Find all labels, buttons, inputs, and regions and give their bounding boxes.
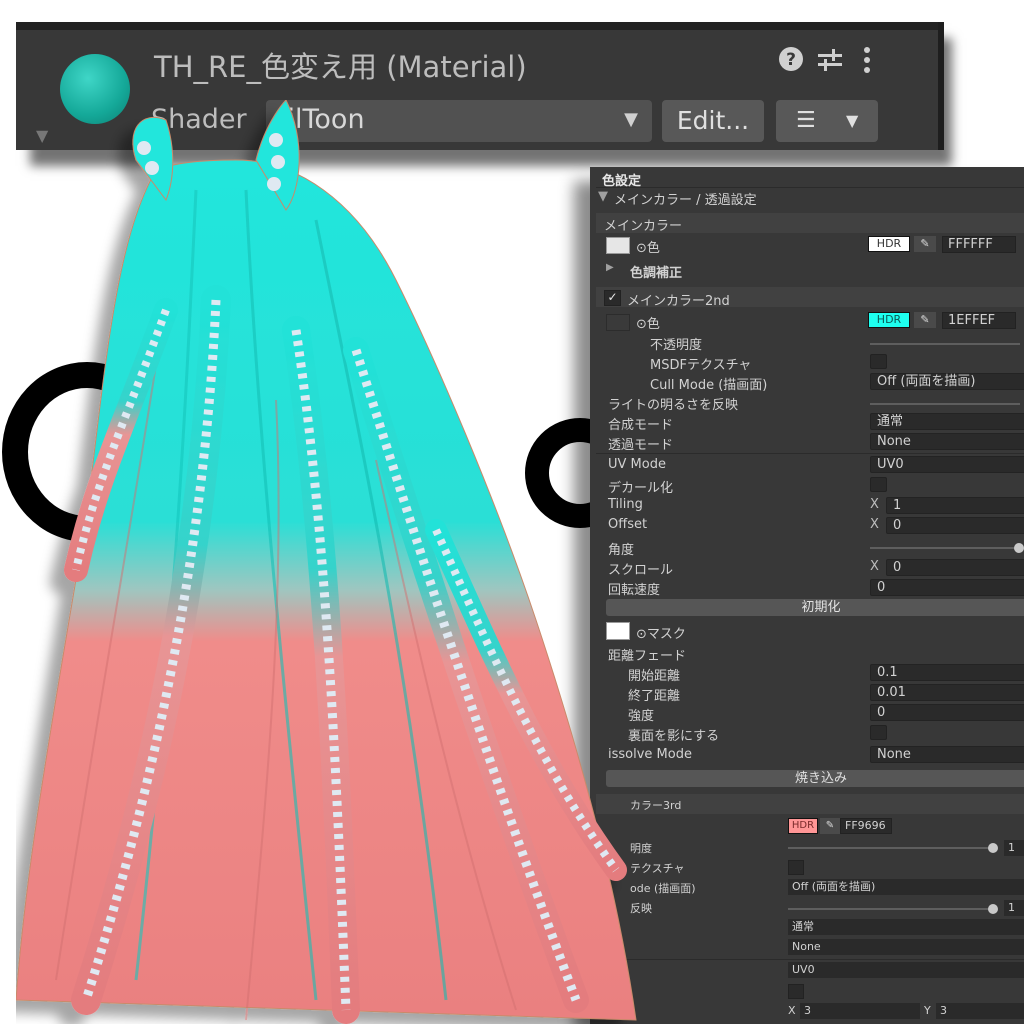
scroll-x-axis-label: X: [870, 559, 879, 574]
character-body: [16, 100, 637, 1024]
header-edge: [938, 22, 944, 150]
rotation-speed-field[interactable]: 0: [870, 579, 1024, 596]
edit-shader-button[interactable]: Edit...: [662, 100, 764, 142]
inspector-panel: 色設定 ▼ メインカラー / 透過設定 メインカラー ⊙色 HDR ✎ FFFF…: [590, 167, 1024, 1024]
eyedropper-icon[interactable]: ✎: [914, 312, 936, 328]
main3-decal-checkbox[interactable]: [788, 984, 804, 999]
material-title: TH_RE_色変え用 (Material): [154, 50, 527, 84]
list-icon: ☰: [796, 108, 816, 133]
eyedropper-icon[interactable]: ✎: [914, 236, 936, 252]
backface-shadow-checkbox[interactable]: [870, 725, 887, 740]
opacity-label: 不透明度: [650, 338, 703, 353]
kebab-menu-icon[interactable]: [862, 46, 872, 81]
start-distance-field[interactable]: 0.1: [870, 664, 1024, 681]
main3-tiling-x-axis-label: X: [788, 1004, 796, 1017]
alpha-mode-dropdown[interactable]: None: [870, 433, 1024, 450]
strength-field[interactable]: 0: [870, 704, 1024, 721]
opacity-slider[interactable]: [870, 343, 1020, 345]
main3-light-slider[interactable]: [788, 908, 994, 910]
main3-light-knob[interactable]: [988, 904, 998, 914]
uv-mode-dropdown[interactable]: UV0: [870, 456, 1024, 473]
main2-hex[interactable]: 1EFFEF: [942, 312, 1016, 329]
header-top-strip: [16, 22, 938, 30]
main3-msdf-checkbox[interactable]: [788, 860, 804, 875]
main3-alpha-dropdown[interactable]: None: [788, 939, 1024, 955]
dissolve-mode-dropdown[interactable]: None: [870, 746, 1024, 763]
tiling-x-axis-label: X: [870, 497, 879, 512]
light-slider[interactable]: [870, 403, 1020, 405]
main3-tiling-y-field[interactable]: 3: [936, 1003, 1024, 1019]
shader-list-button[interactable]: ☰ ▼: [776, 100, 878, 142]
main3-tiling-x-field[interactable]: 3: [800, 1003, 920, 1019]
offset-x-field[interactable]: 0: [886, 517, 1024, 534]
main2-color-swatch[interactable]: HDR: [868, 312, 910, 328]
end-distance-field[interactable]: 0.01: [870, 684, 1024, 701]
sliders-icon[interactable]: [816, 48, 844, 79]
main3-light-value[interactable]: 1: [1004, 900, 1024, 916]
main3-opacity-value[interactable]: 1: [1004, 840, 1024, 856]
chevron-down-icon: ▼: [846, 111, 859, 130]
main3-color-swatch[interactable]: HDR: [788, 818, 818, 834]
main3-cull-dropdown[interactable]: Off (両面を描画): [788, 879, 1024, 895]
main3-uv-dropdown[interactable]: UV0: [788, 962, 1024, 978]
decal-checkbox[interactable]: [870, 477, 887, 492]
cull-mode-label: Cull Mode (描画面): [650, 378, 768, 393]
scroll-x-field[interactable]: 0: [886, 559, 1024, 576]
offset-x-axis-label: X: [870, 517, 879, 532]
main-color-swatch[interactable]: HDR: [868, 236, 910, 252]
main3-opacity-slider[interactable]: [788, 847, 994, 849]
main3-opacity-knob[interactable]: [988, 843, 998, 853]
main3-hex[interactable]: FF9696: [840, 818, 892, 834]
svg-text:?: ?: [786, 50, 796, 70]
character-render: [16, 100, 637, 1024]
bake-button[interactable]: 焼き込み: [606, 770, 1024, 787]
cull-mode-dropdown[interactable]: Off (両面を描画): [870, 373, 1024, 390]
main3-tiling-y-axis-label: Y: [924, 1004, 931, 1017]
tiling-x-field[interactable]: 1: [886, 497, 1024, 514]
help-icon[interactable]: ?: [778, 46, 804, 79]
angle-slider-knob[interactable]: [1014, 543, 1024, 553]
eyedropper-icon[interactable]: ✎: [820, 818, 840, 834]
msdf-checkbox[interactable]: [870, 354, 887, 369]
reset-button[interactable]: 初期化: [606, 599, 1024, 616]
angle-slider[interactable]: [870, 547, 1020, 549]
blend-mode-dropdown[interactable]: 通常: [870, 413, 1024, 430]
main-color-hex[interactable]: FFFFFF: [942, 236, 1016, 253]
main3-blend-dropdown[interactable]: 通常: [788, 919, 1024, 935]
msdf-label: MSDFテクスチャ: [650, 358, 752, 373]
